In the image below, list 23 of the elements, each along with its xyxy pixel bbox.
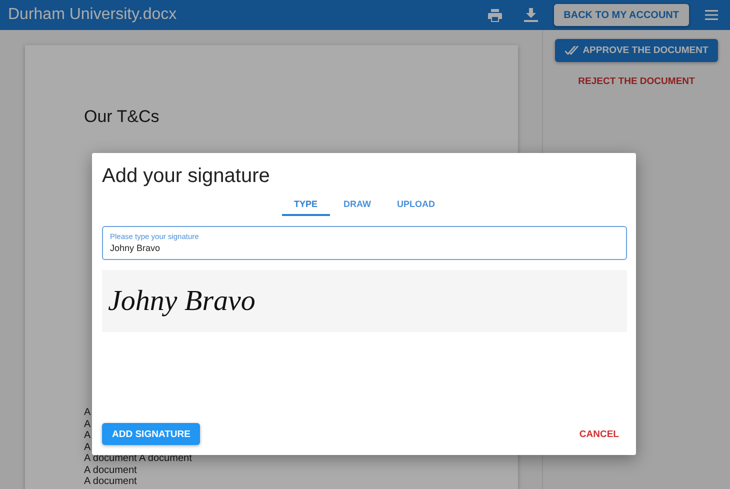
document-text: A document [84, 464, 137, 476]
document-text: A [84, 442, 91, 453]
menu-icon [705, 10, 718, 20]
signature-input[interactable]: Johny Bravo [110, 243, 619, 253]
document-text: A [84, 407, 91, 418]
document-text: A document [84, 476, 137, 488]
signature-text: Johny Bravo [108, 284, 256, 318]
printer-icon [488, 8, 502, 22]
document-heading: Our T&Cs [84, 107, 160, 127]
signature-tab[interactable]: DRAW [332, 196, 383, 216]
download-icon [524, 8, 538, 22]
document-title: Durham University.docx [8, 6, 178, 24]
back-to-account-button[interactable]: BACK TO MY ACCOUNT [554, 4, 689, 26]
document-text: A [84, 430, 91, 442]
double-check-icon [564, 46, 581, 55]
dialog-title: Add your signature [102, 165, 271, 188]
reject-link[interactable]: REJECT THE DOCUMENT [578, 76, 695, 87]
signature-tab[interactable]: TYPE [282, 196, 330, 216]
signature-tab[interactable]: UPLOAD [385, 196, 447, 216]
add-signature-button[interactable]: ADD SIGNATURE [102, 423, 200, 445]
approve-button[interactable]: APPROVE THE DOCUMENT [554, 39, 718, 62]
cancel-button[interactable]: CANCEL [571, 424, 627, 444]
document-text: A [84, 418, 91, 430]
